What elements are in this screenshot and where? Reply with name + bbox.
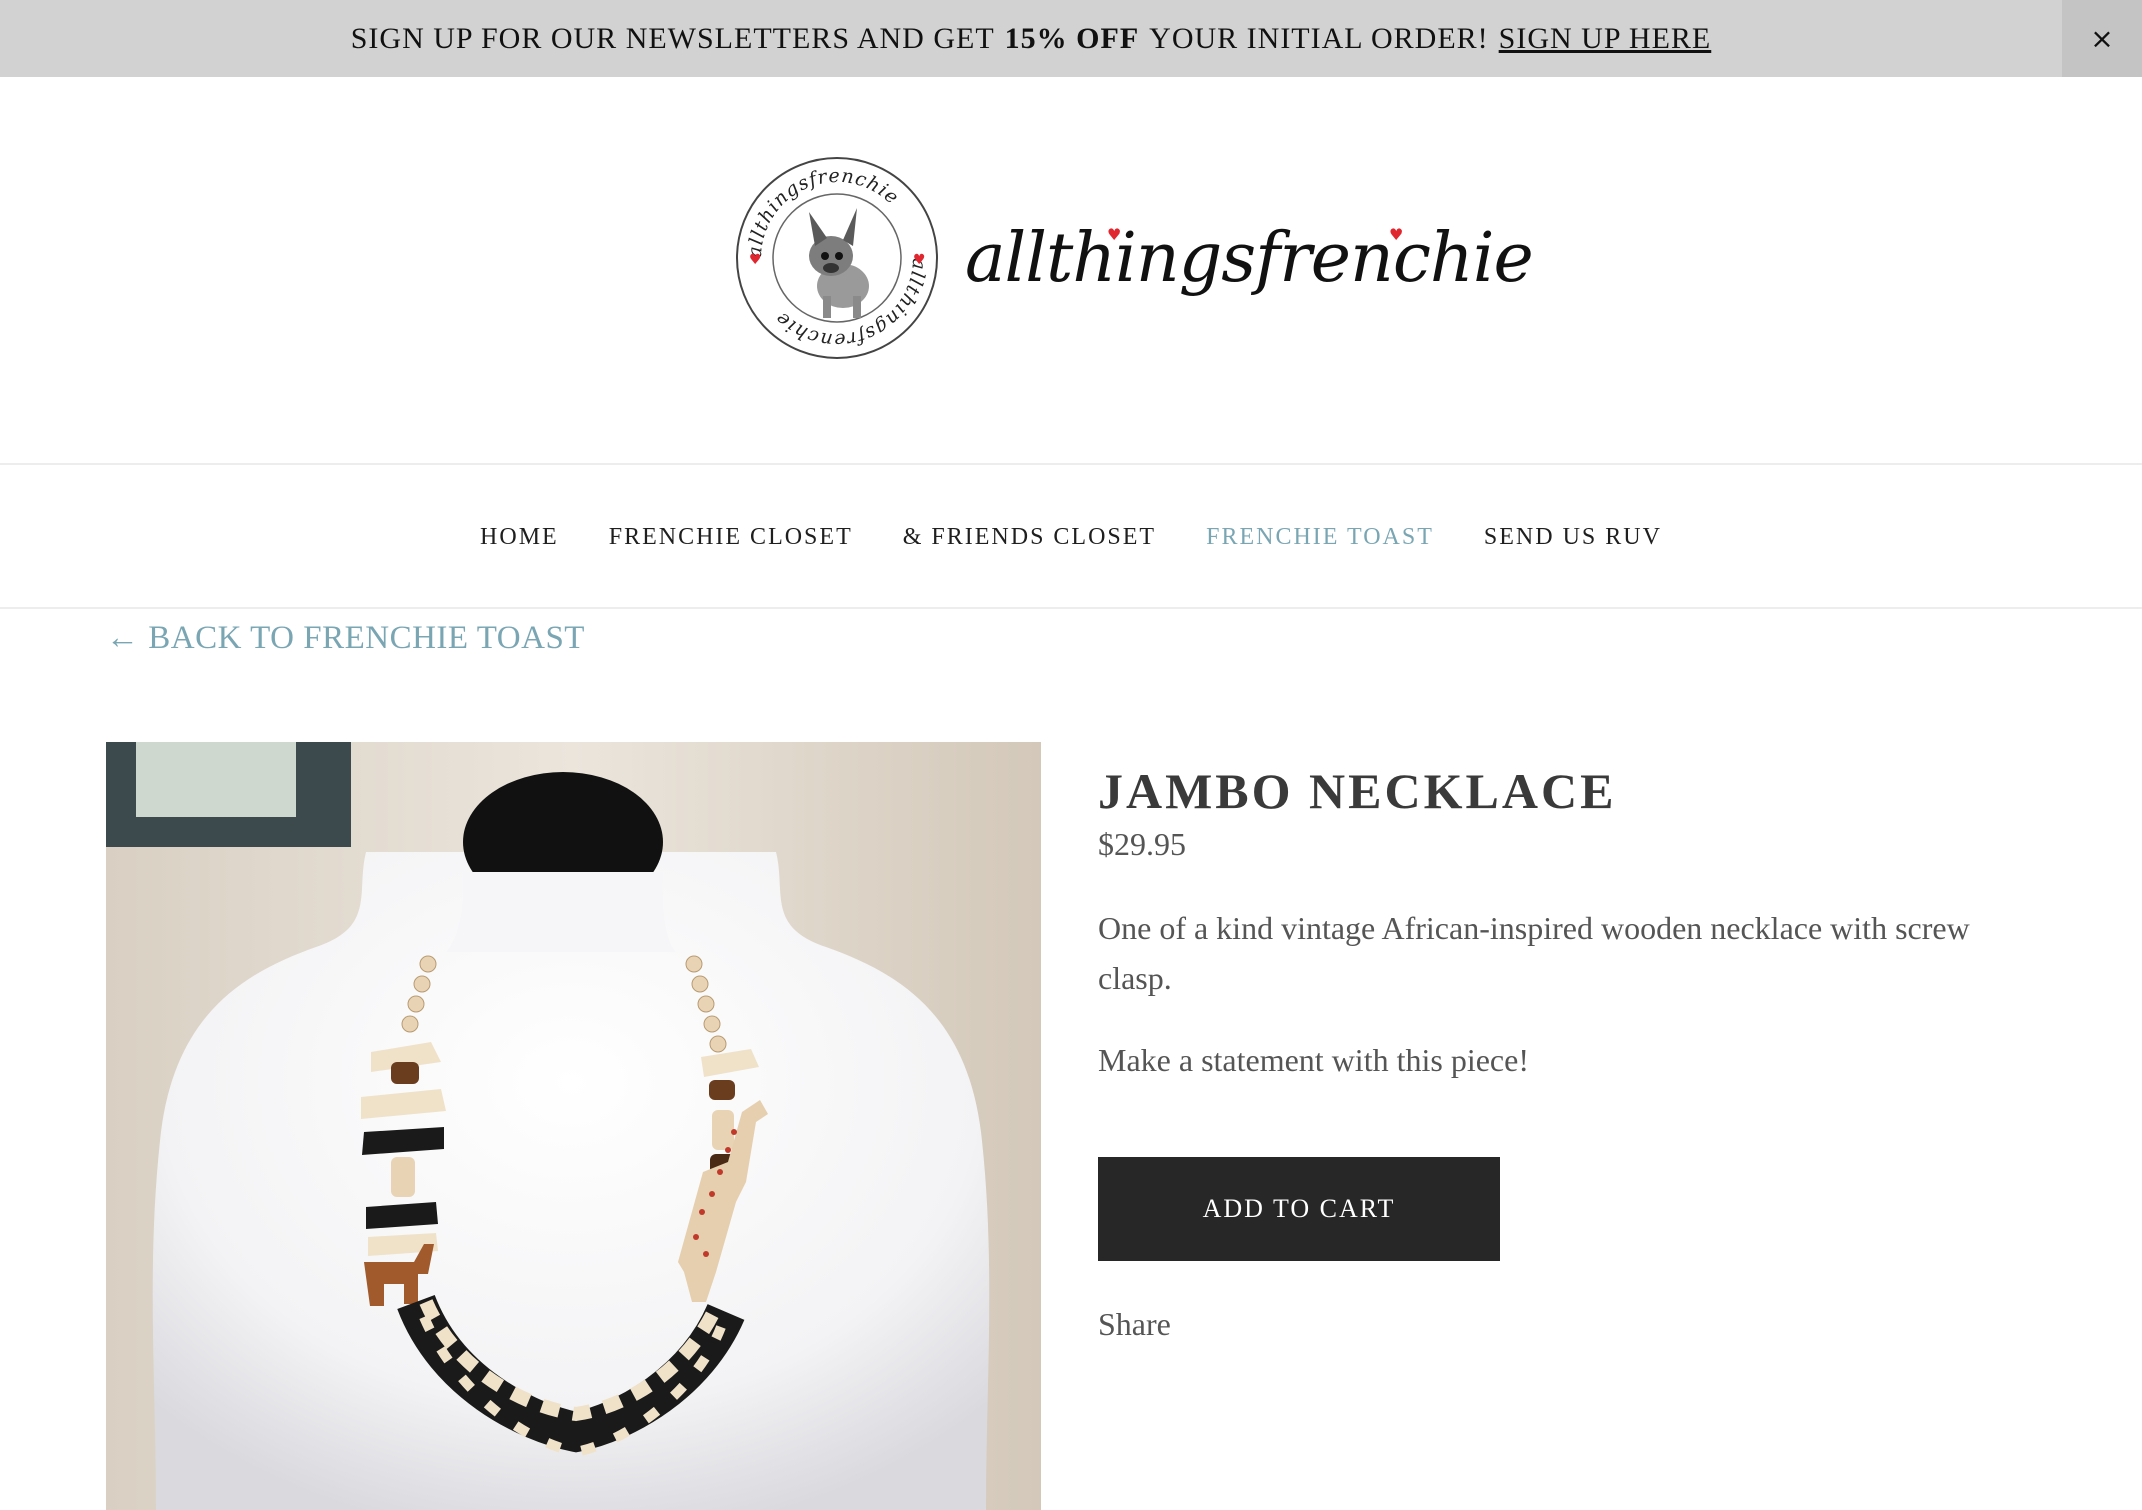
nav-item-send-us-ruv[interactable]: SEND US RUV <box>1484 524 1662 551</box>
nav-item-frenchie-closet[interactable]: FRENCHIE CLOSET <box>609 524 853 551</box>
svg-text:♥: ♥ <box>913 252 926 268</box>
announcement-discount: 15% off <box>1004 21 1140 55</box>
site-header: allthingsfrenchie allthingsfrenchie ♥ ♥ … <box>0 77 2142 465</box>
announcement-text-before: Sign up for our newsletters and get <box>350 21 995 55</box>
logo-wordmark-text: allthingsfrenchie <box>965 218 1534 298</box>
nav-item-frenchie-toast[interactable]: FRENCHIE TOAST <box>1206 524 1434 551</box>
share-link[interactable]: Share <box>1098 1306 1171 1343</box>
nav-item-home[interactable]: HOME <box>480 524 559 551</box>
announcement-text-after: your initial order! <box>1149 21 1489 55</box>
heart-icon: ♥ <box>1389 224 1403 244</box>
close-icon[interactable]: × <box>2062 0 2142 77</box>
nav-item-friends-closet[interactable]: & FRIENDS CLOSET <box>903 524 1156 551</box>
svg-text:♥: ♥ <box>749 252 762 268</box>
product-price: $29.95 <box>1098 826 1186 862</box>
description-paragraph: One of a kind vintage African-inspired w… <box>1098 910 1970 996</box>
add-to-cart-button[interactable]: ADD TO CART <box>1098 1157 1500 1261</box>
product-title: JAMBO NECKLACE <box>1098 762 1617 819</box>
product-photo <box>106 742 1041 1510</box>
signup-link[interactable]: Sign up here <box>1499 22 1712 56</box>
heart-icon: ♥ <box>1107 224 1121 244</box>
product-description: One of a kind vintage African-inspired w… <box>1098 903 1998 1117</box>
logo-wordmark: allthingsfrenchie ♥ ♥ <box>965 218 1534 298</box>
description-paragraph: Make a statement with this piece! <box>1098 1042 1529 1078</box>
product-image[interactable] <box>106 742 1041 1510</box>
site-logo[interactable]: allthingsfrenchie allthingsfrenchie ♥ ♥ … <box>735 153 1534 363</box>
logo-seal-icon: allthingsfrenchie allthingsfrenchie ♥ ♥ <box>736 157 938 359</box>
back-link[interactable]: ← BACK TO FRENCHIE TOAST <box>106 620 585 657</box>
announcement-text: Sign up for our newsletters and get 15% … <box>0 0 2062 77</box>
announcement-bar: Sign up for our newsletters and get 15% … <box>0 0 2142 77</box>
main-nav: HOME FRENCHIE CLOSET & FRIENDS CLOSET FR… <box>0 467 2142 609</box>
